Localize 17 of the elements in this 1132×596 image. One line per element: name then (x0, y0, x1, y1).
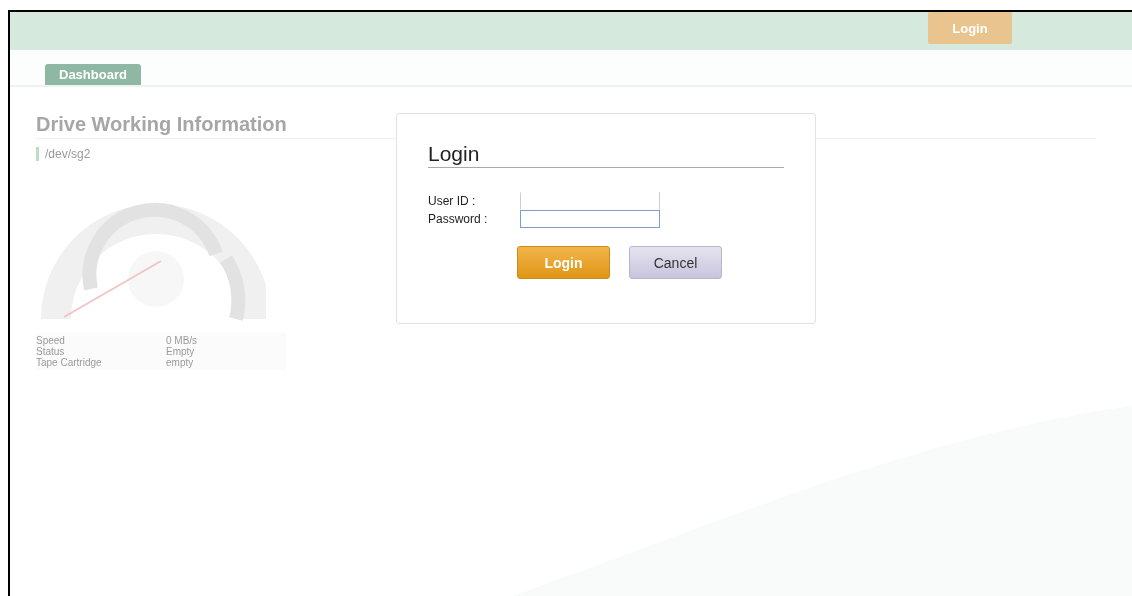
info-value: 0 MB/s (166, 335, 199, 346)
info-label: Speed (36, 335, 66, 346)
dashboard-tab[interactable]: Dashboard (45, 64, 141, 85)
input-field[interactable] (520, 210, 660, 228)
info-label: Tape Cartridge (36, 357, 103, 368)
info-value: Empty (166, 346, 196, 357)
info-label: Status (36, 346, 66, 357)
info-value: empty (166, 357, 195, 368)
cancel-button[interactable]: Cancel (629, 246, 722, 279)
field-label: User ID : (428, 194, 477, 208)
dialog-title: Login (428, 142, 784, 168)
login-button[interactable]: Login (928, 12, 1012, 44)
login-button[interactable]: Login (517, 246, 610, 279)
device-label: /dev/sg2 (45, 147, 91, 161)
device-marker (36, 147, 39, 161)
input-field[interactable] (520, 192, 660, 210)
field-label: Password : (428, 212, 489, 226)
